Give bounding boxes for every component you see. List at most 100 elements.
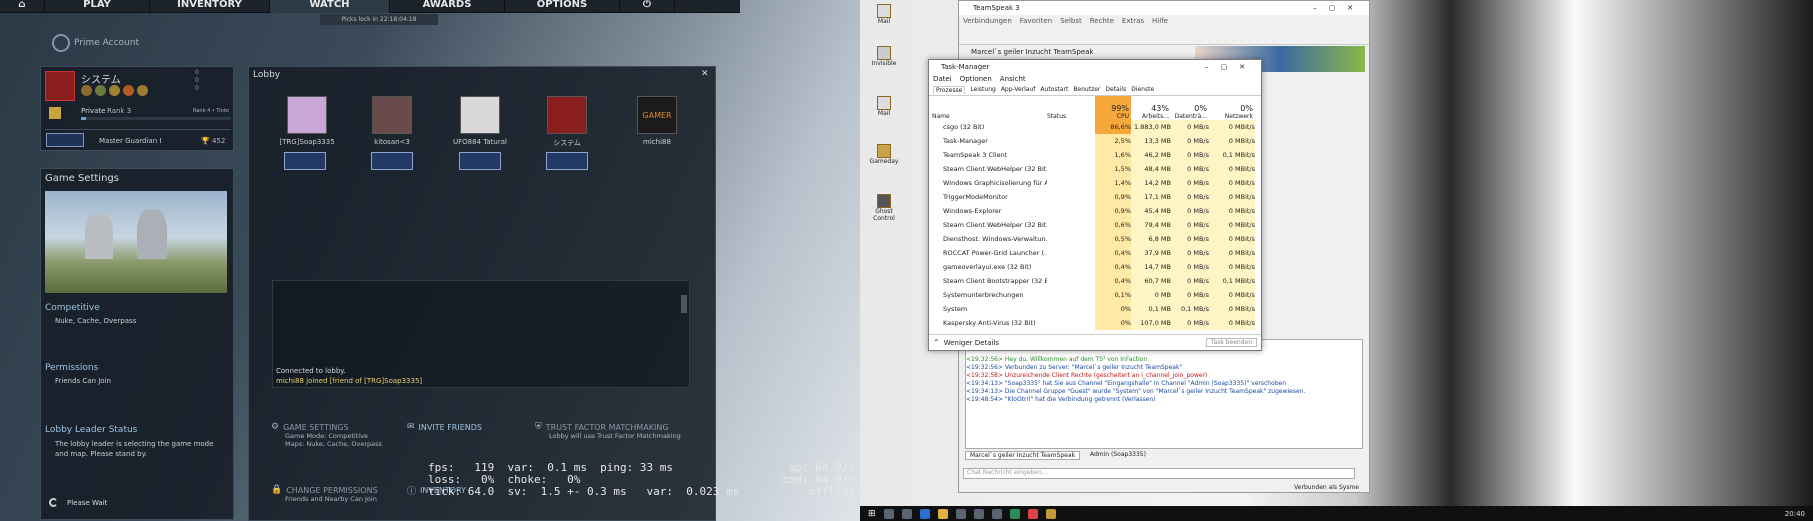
- tab-awards[interactable]: AWARDS: [390, 0, 505, 13]
- menu-item[interactable]: Hilfe: [1152, 17, 1168, 25]
- taskview-icon[interactable]: [901, 508, 912, 519]
- edge-icon[interactable]: [919, 508, 930, 519]
- avatar[interactable]: GAMER: [637, 96, 677, 134]
- tab-watch[interactable]: WATCH: [270, 0, 390, 13]
- end-task-button[interactable]: Task beenden: [1205, 338, 1257, 347]
- log-line: <19:32:58> Unzureichende Client Rechte (…: [966, 372, 1208, 379]
- table-row[interactable]: csgo (32 Bit) 86,6% 1.883,0 MB 0 MB/s 0 MBit…: [929, 120, 1255, 134]
- medal-icon[interactable]: [81, 85, 92, 96]
- tab-options[interactable]: OPTIONS: [505, 0, 620, 13]
- desktop-icon[interactable]: Gameday: [869, 144, 899, 165]
- teamspeak-icon[interactable]: [991, 508, 1002, 519]
- avatar[interactable]: [547, 96, 587, 134]
- desktop-icon[interactable]: Ghost Control: [869, 194, 899, 222]
- menu-item[interactable]: Datei: [933, 75, 952, 83]
- lobby-member[interactable]: GAMER michi88: [622, 96, 692, 146]
- change-permissions-link[interactable]: 🔒 CHANGE PERMISSIONS Friends and Nearby C…: [271, 485, 391, 503]
- file-icon: [877, 96, 891, 110]
- table-row[interactable]: Windows-Explorer 0,9% 45,4 MB 0 MB/s 0 MBit/…: [929, 204, 1255, 218]
- col-disk[interactable]: 0% Datenträ...: [1171, 96, 1209, 120]
- chevron-up-icon[interactable]: ⌃: [933, 338, 940, 347]
- table-row[interactable]: TriggerModeMonitor 0,9% 17,1 MB 0 MB/s 0 MBi…: [929, 190, 1255, 204]
- col-cpu[interactable]: 99% CPU: [1095, 96, 1131, 120]
- table-row[interactable]: Diensthost: Windows-Verwaltun... 0,5% 6,8 …: [929, 232, 1255, 246]
- chat-input[interactable]: Chat Nachricht eingeben...: [963, 468, 1355, 479]
- chat-tab[interactable]: Marcel`s geiler Inzucht TeamSpeak: [965, 451, 1080, 460]
- col-memory[interactable]: 43% Arbeits...: [1131, 96, 1171, 120]
- desktop-icon[interactable]: Mail: [869, 96, 899, 117]
- tab-services[interactable]: Dienste: [1131, 86, 1154, 93]
- explorer-icon[interactable]: [937, 508, 948, 519]
- desktop-icon[interactable]: Mail: [869, 4, 899, 25]
- cpu-cell: 0,9%: [1095, 204, 1131, 218]
- server-name[interactable]: Marcel`s geiler Inzucht TeamSpeak: [971, 48, 1093, 56]
- medal-icon[interactable]: [123, 85, 134, 96]
- tab-performance[interactable]: Leistung: [970, 86, 996, 93]
- game-settings-link[interactable]: ⚙ GAME SETTINGS Game Mode: Competitive Ma…: [271, 422, 391, 448]
- menu-item[interactable]: Optionen: [960, 75, 992, 83]
- taskbar: ⊞ 20:40: [860, 506, 1813, 521]
- avatar[interactable]: [287, 96, 327, 134]
- chrome-icon[interactable]: [1027, 508, 1038, 519]
- tab-startup[interactable]: Autostart: [1040, 86, 1068, 93]
- desktop-icon[interactable]: Invisible: [869, 46, 899, 67]
- menu-item[interactable]: Extras: [1122, 17, 1144, 25]
- lobby-member[interactable]: UFO884 Tatural: [445, 96, 515, 146]
- menu-item[interactable]: Rechte: [1090, 17, 1114, 25]
- table-row[interactable]: System 0% 0,1 MB 0,1 MB/s 0 MBit/s: [929, 302, 1255, 316]
- medal-icon[interactable]: [109, 85, 120, 96]
- net-cell: 0 MBit/s: [1209, 288, 1255, 302]
- chat-scrollbar[interactable]: [681, 295, 687, 313]
- col-status[interactable]: Status: [1047, 96, 1095, 120]
- lobby-member[interactable]: [TRG]Soap3335: [272, 96, 342, 146]
- table-row[interactable]: gameoverlayui.exe (32 Bit) 0,4% 14,7 MB 0 M…: [929, 260, 1255, 274]
- table-row[interactable]: Kaspersky Anti-Virus (32 Bit) 0% 107,0 MB 0…: [929, 316, 1255, 330]
- csgo-icon[interactable]: [1009, 508, 1020, 519]
- window-controls[interactable]: –▢✕: [1205, 63, 1261, 71]
- window-controls[interactable]: –▢✕: [1313, 4, 1369, 12]
- power-icon[interactable]: ⏻: [620, 0, 675, 13]
- steam-icon[interactable]: [973, 508, 984, 519]
- table-row[interactable]: Steam Client WebHelper (32 Bit) 1,5% 48,4 …: [929, 162, 1255, 176]
- table-row[interactable]: TeamSpeak 3 Client 1,6% 46,2 MB 0 MB/s 0,1 M…: [929, 148, 1255, 162]
- table-row[interactable]: Windows Graphicisolierung für A... 1,4% 14…: [929, 176, 1255, 190]
- ts-toolbar[interactable]: [959, 27, 1369, 45]
- home-tab[interactable]: ⌂: [0, 0, 45, 13]
- invite-friends-button[interactable]: ✉ INVITE FRIENDS: [407, 422, 482, 432]
- taskmgr-icon[interactable]: [1045, 508, 1056, 519]
- tab-play[interactable]: PLAY: [45, 0, 150, 13]
- close-icon[interactable]: ✕: [701, 69, 709, 79]
- medal-icon[interactable]: [95, 85, 106, 96]
- lobby-member[interactable]: kitosan<3: [357, 96, 427, 146]
- tab-inventory[interactable]: INVENTORY: [150, 0, 270, 13]
- start-icon[interactable]: ⊞: [868, 509, 876, 519]
- lobby-member[interactable]: システム: [532, 96, 602, 148]
- avatar[interactable]: [372, 96, 412, 134]
- menu-item[interactable]: Verbindungen: [963, 17, 1012, 25]
- store-icon[interactable]: [955, 508, 966, 519]
- avatar[interactable]: [45, 71, 75, 101]
- prime-label: Prime Account: [74, 38, 139, 48]
- col-name[interactable]: Name: [929, 96, 1047, 120]
- tab-app-history[interactable]: App-Verlauf: [1001, 86, 1036, 93]
- tab-details[interactable]: Details: [1105, 86, 1126, 93]
- table-row[interactable]: Systemunterbrechungen 0,1% 0 MB 0 MB/s 0 MBi…: [929, 288, 1255, 302]
- tab-processes[interactable]: Prozesse: [933, 85, 966, 94]
- fewer-details-link[interactable]: Weniger Details: [944, 339, 999, 347]
- menu-item[interactable]: Selbst: [1060, 17, 1082, 25]
- avatar[interactable]: [460, 96, 500, 134]
- table-row[interactable]: Steam Client Bootstrapper (32 Bit) 0,4% 60…: [929, 274, 1255, 288]
- tab-users[interactable]: Benutzer: [1073, 86, 1100, 93]
- menu-item[interactable]: Favoriten: [1020, 17, 1052, 25]
- table-row[interactable]: Steam Client WebHelper (32 Bit) 0,6% 79,4 …: [929, 218, 1255, 232]
- menu-item[interactable]: Ansicht: [1000, 75, 1026, 83]
- lobby-chat[interactable]: Connected to lobby. michi88 joined [frie…: [272, 280, 690, 388]
- lobby-title: Lobby: [253, 70, 281, 80]
- table-row[interactable]: ROCCAT Power-Grid Launcher (... 0,4% 37,9 …: [929, 246, 1255, 260]
- chat-line: Connected to lobby.: [276, 367, 346, 375]
- medal-icon[interactable]: [137, 85, 148, 96]
- chat-tab[interactable]: Admin (Soap3335): [1086, 451, 1150, 460]
- col-network[interactable]: 0% Netzwerk: [1209, 96, 1255, 120]
- search-icon[interactable]: [883, 508, 894, 519]
- table-row[interactable]: Task-Manager 2,5% 13,3 MB 0 MB/s 0 MBit/s: [929, 134, 1255, 148]
